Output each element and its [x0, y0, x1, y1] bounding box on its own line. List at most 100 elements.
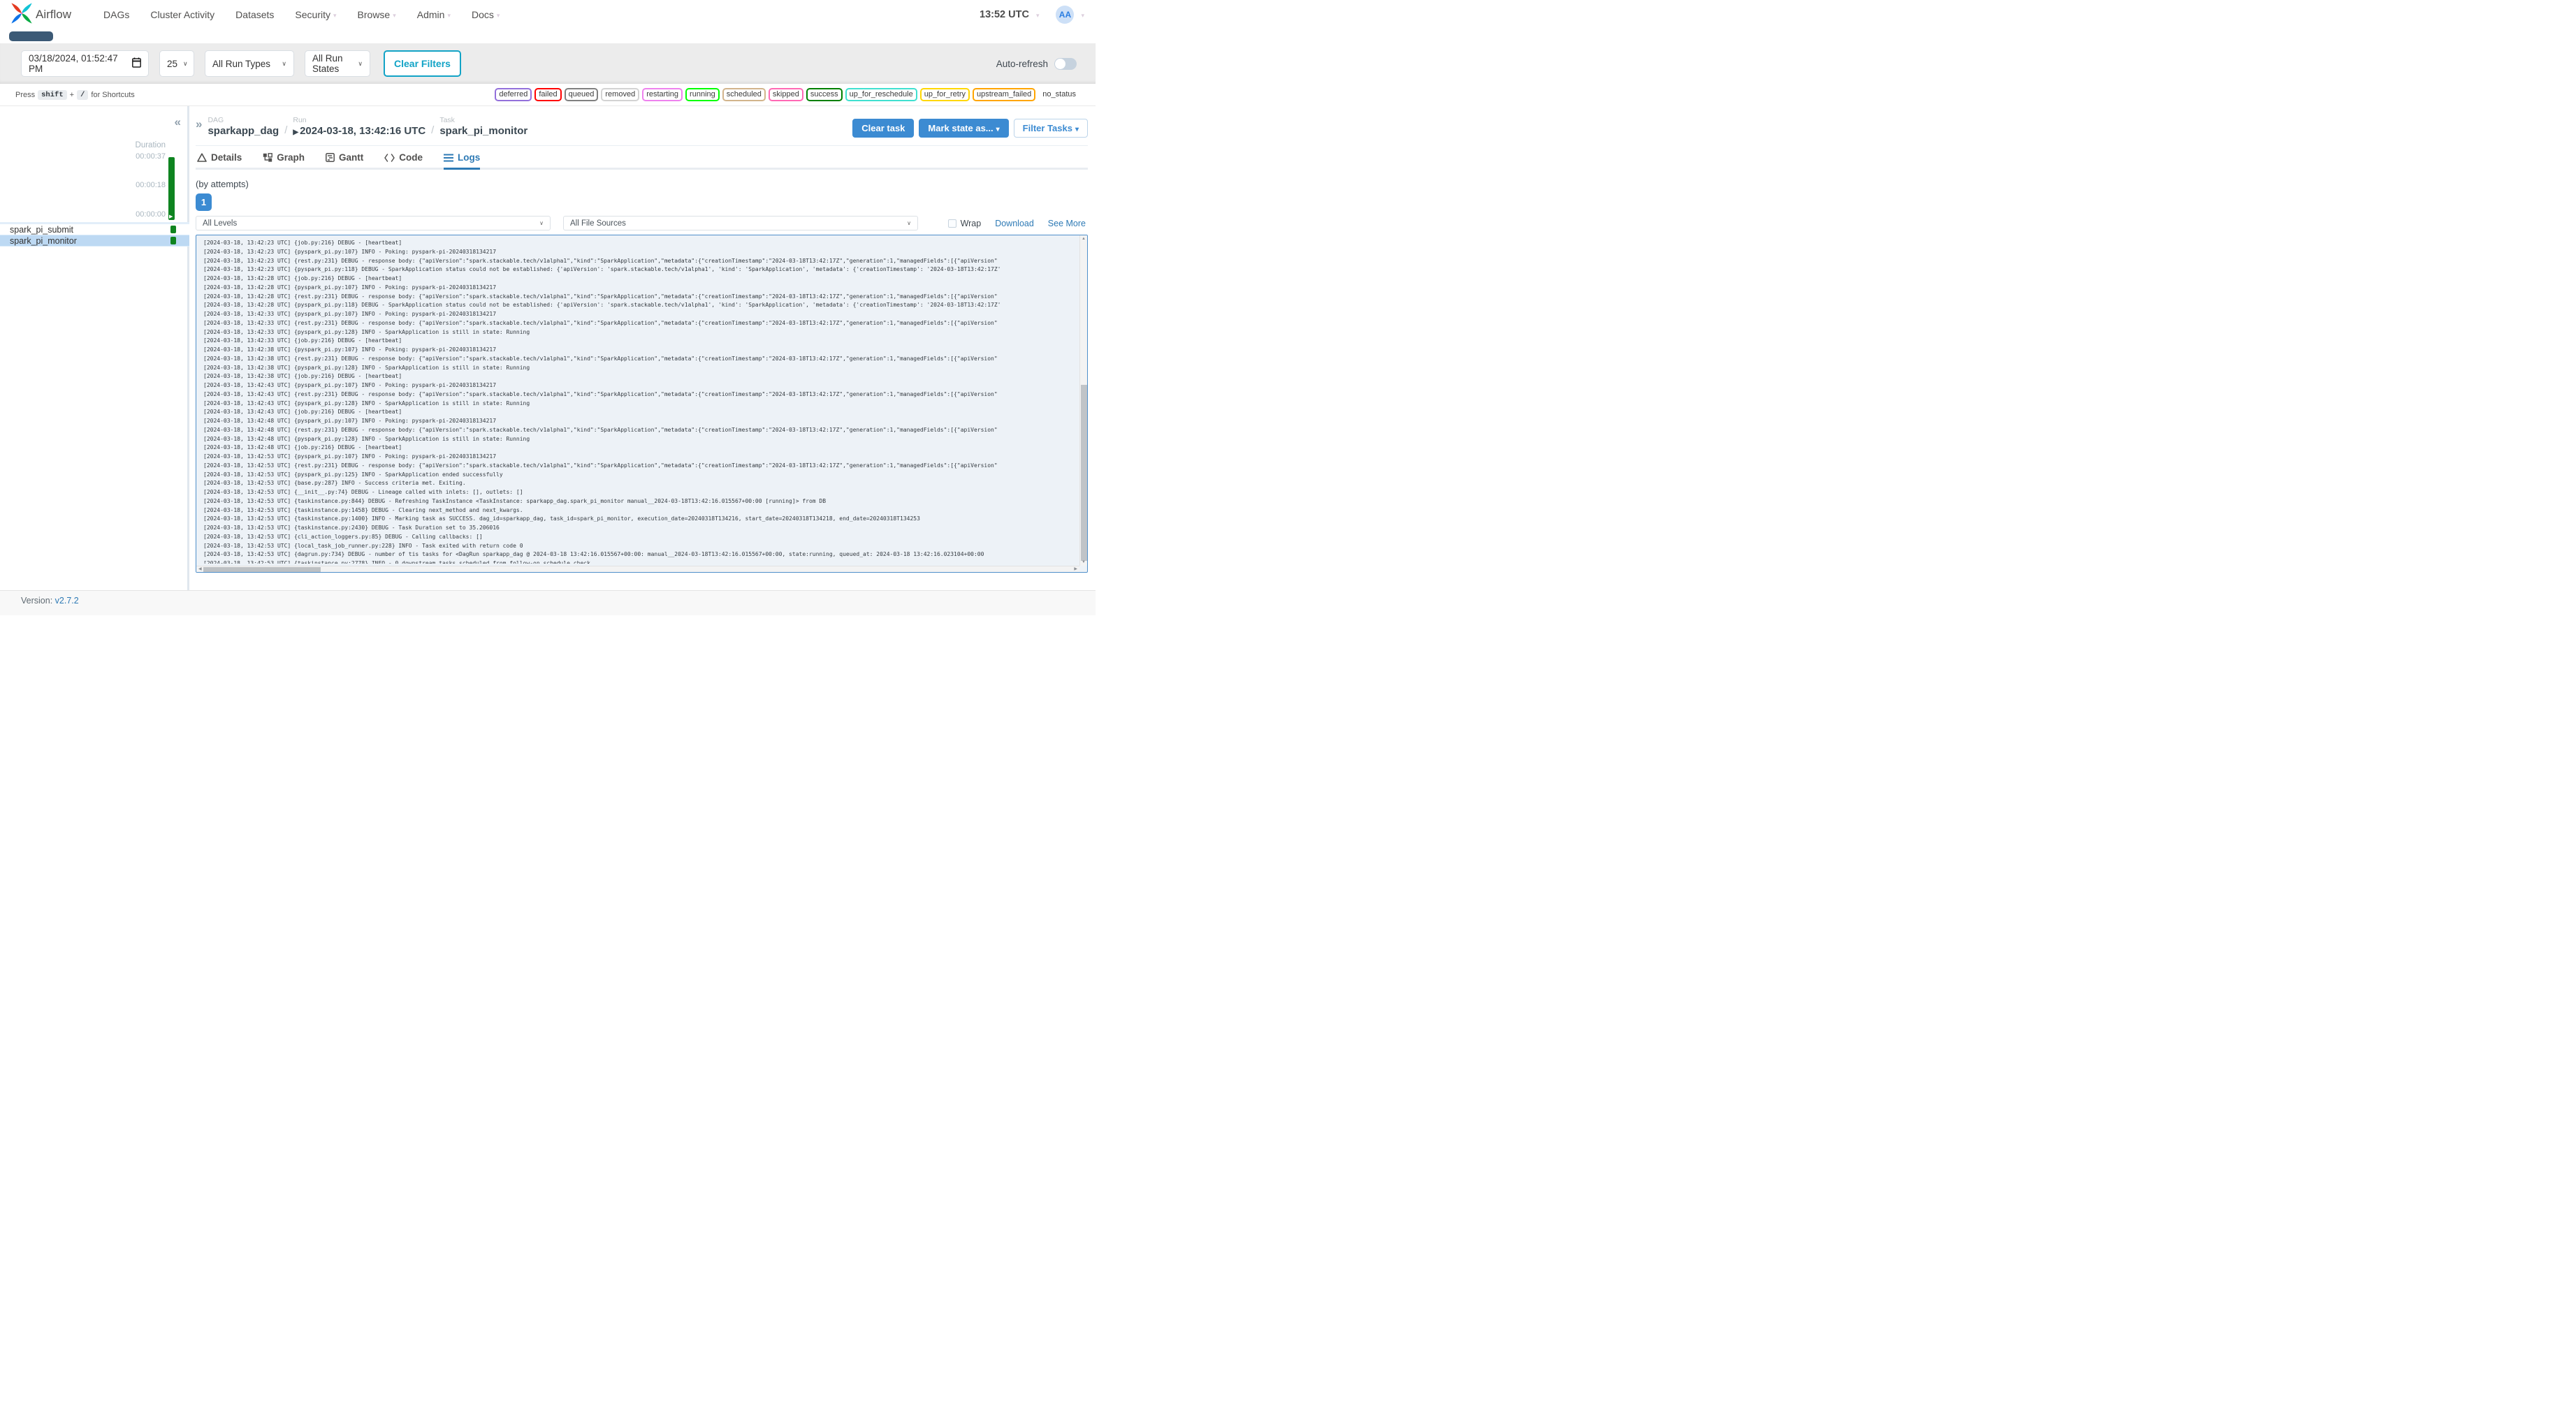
- base-date-input[interactable]: 03/18/2024, 01:52:47 PM: [21, 50, 149, 77]
- log-line: [2024-03-18, 13:42:43 UTC] {pyspark_pi.p…: [203, 400, 530, 406]
- attempt-1-button[interactable]: 1: [196, 193, 212, 211]
- task-rows: spark_pi_submit spark_pi_monitor: [0, 224, 189, 247]
- toggle-knob: [1055, 58, 1065, 69]
- log-level-select[interactable]: All Levels ∨: [196, 216, 551, 230]
- status-badge[interactable]: success: [806, 88, 843, 101]
- avatar[interactable]: AA: [1056, 6, 1075, 24]
- status-badge[interactable]: removed: [601, 88, 640, 101]
- nav-item-cluster-activity[interactable]: Cluster Activity: [150, 9, 214, 20]
- auto-refresh-label: Auto-refresh: [996, 58, 1048, 69]
- status-badge[interactable]: restarting: [642, 88, 683, 101]
- nav-item-admin[interactable]: Admin ▾: [417, 9, 451, 20]
- log-line: [2024-03-18, 13:42:48 UTC] {pyspark_pi.p…: [203, 418, 497, 424]
- scroll-left-icon[interactable]: ◀: [198, 566, 202, 572]
- task-name: spark_pi_submit: [10, 224, 74, 235]
- log-output[interactable]: [2024-03-18, 13:42:23 UTC] {job.py:216} …: [203, 239, 1076, 564]
- scroll-right-icon[interactable]: ▶: [1074, 566, 1077, 572]
- nav-item-security[interactable]: Security ▾: [295, 9, 336, 20]
- nav-item-browse[interactable]: Browse ▾: [358, 9, 396, 20]
- run-types-select[interactable]: All Run Types ∨: [205, 50, 294, 77]
- nav-item-datasets[interactable]: Datasets: [235, 9, 274, 20]
- download-link[interactable]: Download: [995, 219, 1034, 228]
- log-line: [2024-03-18, 13:42:53 UTC] {taskinstance…: [203, 497, 827, 504]
- horizontal-scrollbar-thumb[interactable]: [203, 567, 321, 572]
- breadcrumb-dag[interactable]: DAG sparkapp_dag: [208, 116, 279, 137]
- vertical-scrollbar-thumb[interactable]: [1081, 385, 1087, 561]
- chevron-down-icon: ▾: [447, 11, 451, 19]
- header-row: » DAG sparkapp_dag / Run ▶ 2024-03-18, 13…: [196, 116, 1088, 138]
- tab-gantt[interactable]: Gantt: [326, 152, 363, 170]
- log-line: [2024-03-18, 13:42:28 UTC] {pyspark_pi.p…: [203, 302, 1001, 309]
- file-source-select[interactable]: All File Sources ∨: [563, 216, 918, 230]
- breadcrumb-task[interactable]: Task spark_pi_monitor: [439, 116, 527, 137]
- tab-code[interactable]: Code: [384, 152, 423, 170]
- status-badge[interactable]: queued: [564, 88, 599, 101]
- page-size-select[interactable]: 25 ∨: [159, 50, 194, 77]
- breadcrumb-expand-icon[interactable]: »: [196, 118, 202, 130]
- log-line: [2024-03-18, 13:42:43 UTC] {pyspark_pi.p…: [203, 382, 497, 388]
- log-line: [2024-03-18, 13:42:53 UTC] {taskinstance…: [203, 515, 920, 522]
- run-states-select[interactable]: All Run States ∨: [305, 50, 370, 77]
- status-badge[interactable]: no_status: [1038, 88, 1080, 101]
- shortcuts-hint: Press shift + / for Shortcuts: [15, 89, 135, 100]
- log-line: [2024-03-18, 13:42:23 UTC] {job.py:216} …: [203, 240, 402, 246]
- status-badge[interactable]: skipped: [768, 88, 803, 101]
- scroll-down-icon[interactable]: ▼: [1080, 560, 1087, 564]
- scroll-up-icon[interactable]: ▲: [1080, 237, 1087, 241]
- status-badge[interactable]: up_for_retry: [919, 88, 970, 101]
- state-legend: deferred failed queued removed restartin…: [495, 88, 1080, 101]
- status-badge[interactable]: scheduled: [722, 88, 766, 101]
- chevron-down-icon: ∨: [358, 59, 363, 67]
- log-controls: Wrap Download See More: [947, 219, 1088, 228]
- manual-run-play-icon: ▶: [169, 214, 173, 219]
- log-line: [2024-03-18, 13:42:43 UTC] {job.py:216} …: [203, 409, 402, 416]
- clear-filters-button[interactable]: Clear Filters: [384, 50, 461, 77]
- log-line: [2024-03-18, 13:42:53 UTC] {local_task_j…: [203, 542, 523, 549]
- airflow-logo-icon: [10, 1, 34, 29]
- log-line: [2024-03-18, 13:42:53 UTC] {pyspark_pi.p…: [203, 471, 503, 478]
- navbar: Airflow DAGs Cluster Activity Datasets S…: [0, 0, 1096, 29]
- tab-logs[interactable]: Logs: [444, 152, 481, 170]
- status-badge[interactable]: upstream_failed: [973, 88, 1036, 101]
- status-badge[interactable]: up_for_reschedule: [845, 88, 917, 101]
- chevron-down-icon: ▾: [1081, 11, 1084, 19]
- grid-button-partial[interactable]: [9, 31, 53, 41]
- task-status-square[interactable]: [170, 226, 176, 233]
- version-link[interactable]: v2.7.2: [55, 596, 79, 606]
- clock-display[interactable]: 13:52 UTC: [980, 9, 1029, 20]
- wrap-checkbox[interactable]: [947, 219, 956, 228]
- dag-run-duration-bar[interactable]: ▶: [168, 157, 175, 220]
- chevron-down-icon: ∨: [183, 59, 188, 67]
- tab-details[interactable]: Details: [197, 152, 242, 170]
- tab-graph[interactable]: Graph: [263, 152, 305, 170]
- auto-refresh-toggle[interactable]: [1054, 57, 1077, 70]
- log-line: [2024-03-18, 13:42:38 UTC] {rest.py:231}…: [203, 355, 998, 362]
- task-status-square[interactable]: [170, 237, 176, 244]
- nav-item-dags[interactable]: DAGs: [103, 9, 129, 20]
- status-badge[interactable]: failed: [534, 88, 562, 101]
- chevron-down-icon: ∨: [282, 59, 286, 67]
- duration-tick: 00:00:18: [136, 181, 166, 189]
- auto-refresh-control: Auto-refresh: [996, 57, 1077, 70]
- task-row-spark-pi-monitor[interactable]: spark_pi_monitor: [0, 235, 189, 247]
- log-filters-row: All Levels ∨ All File Sources ∨ Wrap Downl…: [196, 216, 1088, 230]
- horizontal-scrollbar[interactable]: ◀ ▶: [196, 566, 1079, 572]
- chevron-down-icon: ▾: [393, 11, 396, 19]
- collapse-sidebar-icon[interactable]: «: [175, 116, 181, 128]
- status-badge[interactable]: running: [685, 88, 720, 101]
- status-badge[interactable]: deferred: [495, 88, 532, 101]
- vertical-scrollbar[interactable]: ▲ ▼: [1079, 235, 1087, 566]
- airflow-brand[interactable]: Airflow: [10, 1, 71, 29]
- filter-tasks-button[interactable]: Filter Tasks ▾: [1013, 119, 1088, 138]
- see-more-link[interactable]: See More: [1048, 219, 1086, 228]
- nav-item-docs[interactable]: Docs ▾: [472, 9, 500, 20]
- grid-sidebar: « Duration 00:00:37 00:00:18 00:00:00 ▶ …: [0, 106, 189, 590]
- mark-state-as-button[interactable]: Mark state as... ▾: [919, 119, 1009, 138]
- log-line: [2024-03-18, 13:42:53 UTC] {rest.py:231}…: [203, 462, 998, 469]
- clear-task-button[interactable]: Clear task: [852, 119, 915, 138]
- chevron-down-icon: ▾: [1035, 11, 1040, 19]
- breadcrumb-run[interactable]: Run ▶ 2024-03-18, 13:42:16 UTC: [293, 116, 425, 137]
- chevron-down-icon: ▾: [996, 126, 1000, 133]
- task-row-spark-pi-submit[interactable]: spark_pi_submit: [0, 224, 189, 235]
- calendar-icon[interactable]: [132, 57, 141, 70]
